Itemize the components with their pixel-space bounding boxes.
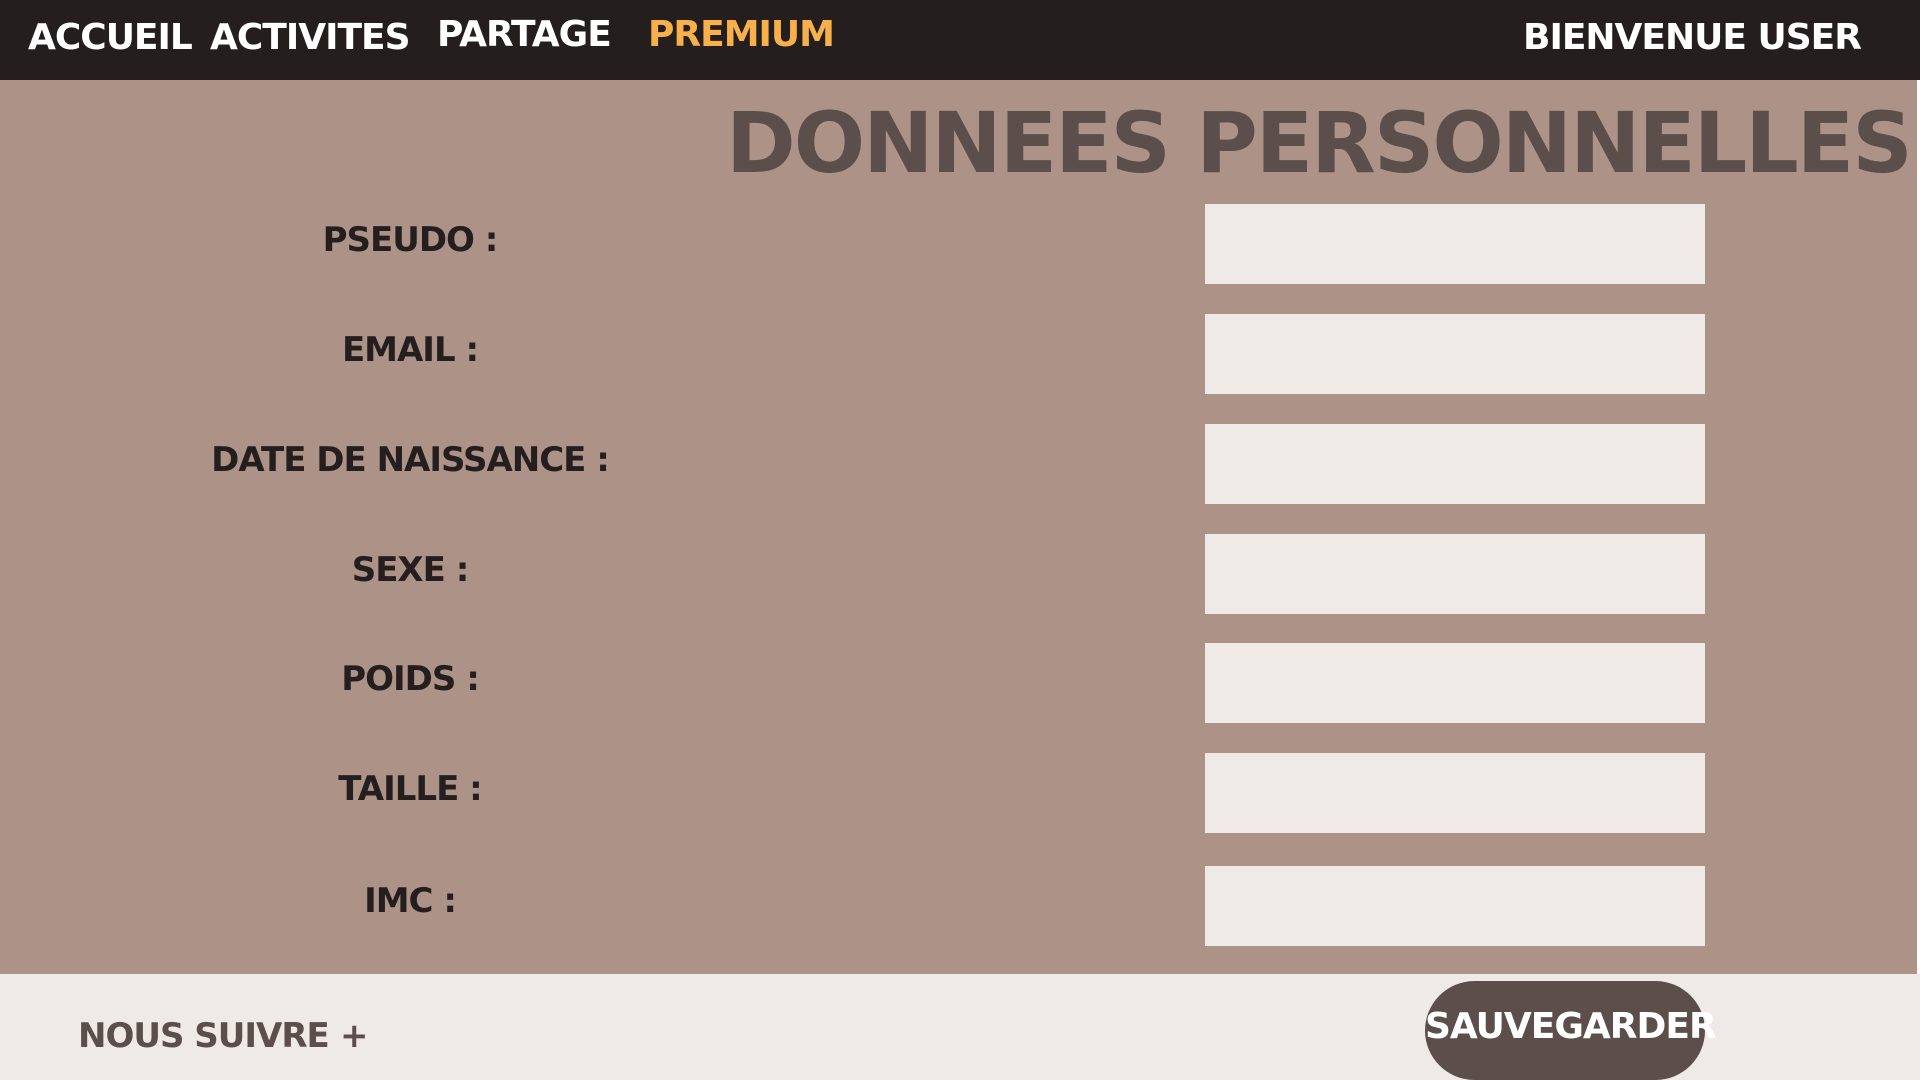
height-label: TAILLE : [338, 769, 483, 809]
height-input[interactable] [1205, 753, 1705, 833]
bmi-label: IMC : [364, 881, 457, 921]
page-title: DONNEES PERSONNELLES [726, 94, 1913, 192]
birthdate-label: DATE DE NAISSANCE : [211, 440, 610, 480]
weight-label: POIDS : [341, 659, 480, 699]
email-label: EMAIL : [341, 330, 479, 370]
sex-input[interactable] [1205, 534, 1705, 614]
sex-label: SEXE : [351, 550, 470, 590]
nav-link-activites[interactable]: ACTIVITES [210, 16, 411, 60]
email-input[interactable] [1205, 314, 1705, 394]
nav-link-partage[interactable]: PARTAGE [437, 13, 612, 57]
follow-us-link[interactable]: NOUS SUIVRE [78, 1014, 330, 1058]
pseudo-input[interactable] [1205, 204, 1705, 284]
pseudo-label: PSEUDO : [322, 220, 499, 260]
save-button[interactable]: SAUVEGARDER [1425, 981, 1717, 1080]
weight-input[interactable] [1205, 643, 1705, 723]
birthdate-input[interactable] [1205, 424, 1705, 504]
plus-icon[interactable]: + [340, 1014, 369, 1058]
bmi-input[interactable] [1205, 866, 1705, 946]
welcome-user-text: BIENVENUE USER [1523, 17, 1862, 58]
nav-link-accueil[interactable]: ACCUEIL [28, 16, 193, 60]
nav-link-premium[interactable]: PREMIUM [648, 13, 835, 57]
